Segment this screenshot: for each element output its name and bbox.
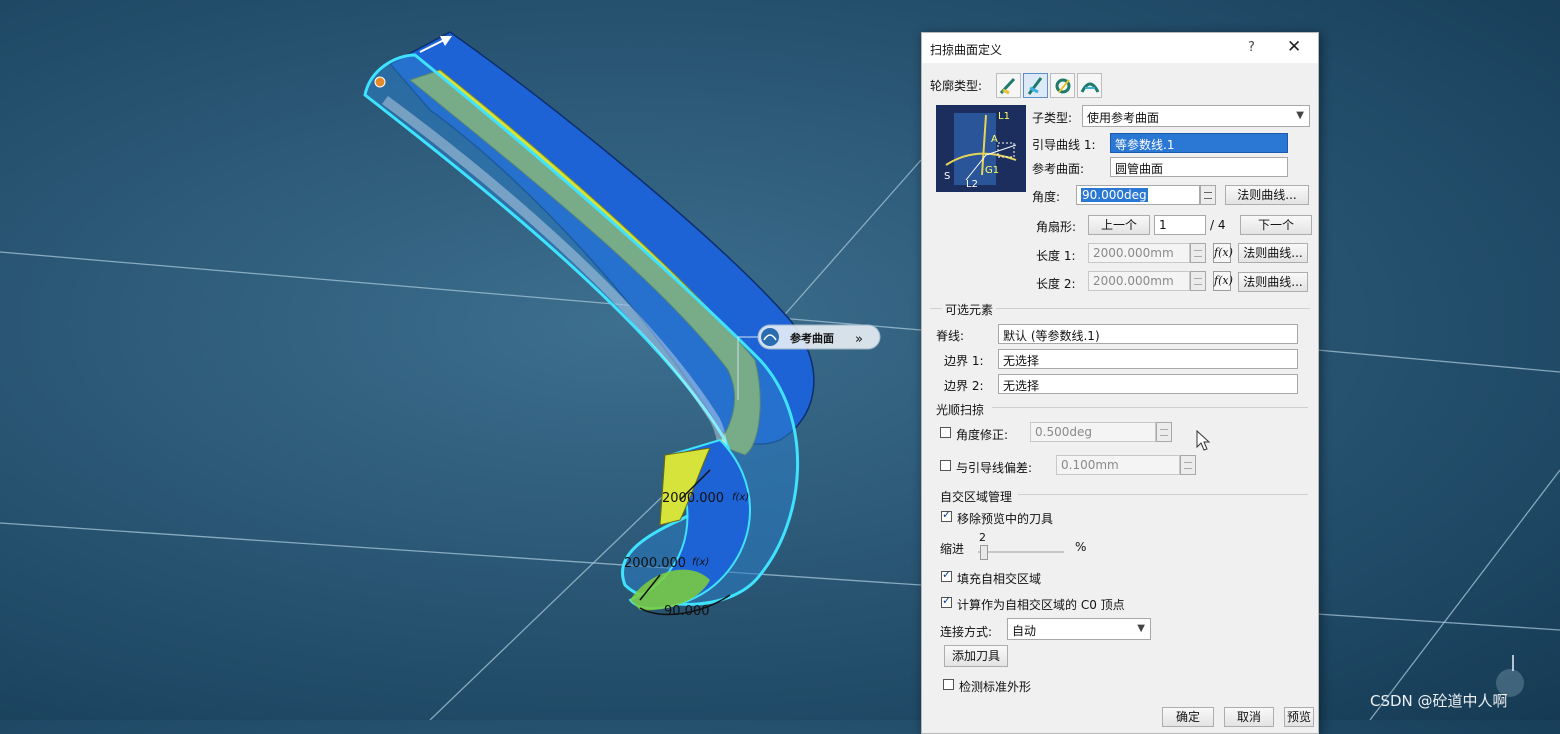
svg-text:S: S — [944, 171, 950, 182]
self-intersection-title: 自交区域管理 — [940, 490, 1013, 504]
length1-fx-icon[interactable]: f(x) — [732, 492, 749, 503]
length2-fx-icon[interactable]: f(x) — [692, 557, 709, 568]
sector-index-field[interactable]: 1 — [1154, 215, 1206, 235]
length2-fx-icon[interactable]: f(x) — [1213, 271, 1233, 291]
explicit-icon — [999, 77, 1016, 95]
divider — [992, 407, 1308, 408]
remove-tools-label: 移除预览中的刀具 — [957, 512, 1054, 526]
divider — [1018, 494, 1308, 495]
dialog-title-bar[interactable]: 扫掠曲面定义 ? ✕ — [922, 33, 1318, 63]
shrink-value: 2 — [979, 531, 986, 544]
deviation-checkbox[interactable] — [940, 460, 951, 471]
sector-label: 角扇形: — [1036, 220, 1077, 234]
3d-viewport[interactable]: 参考曲面 » 2000.000 f(x) 2000.000 f(x) 90.00… — [0, 0, 1560, 720]
sweep-surface-dialog[interactable]: 扫掠曲面定义 ? ✕ 轮廓类型: L1 A S G1 L2 子类型: 使用参考曲… — [921, 32, 1319, 734]
profile-type-label: 轮廓类型: — [930, 79, 983, 93]
deviation-field[interactable]: 0.100mm — [1056, 455, 1180, 475]
angle-correction-spinner[interactable] — [1156, 422, 1172, 442]
shrink-slider-handle[interactable] — [980, 545, 988, 560]
angle-law-button[interactable]: 法则曲线... — [1225, 185, 1309, 205]
compute-c0-label: 计算作为自相交区域的 C0 顶点 — [957, 598, 1125, 612]
angle-correction-field[interactable]: 0.500deg — [1030, 422, 1156, 442]
subtype-select[interactable]: 使用参考曲面 ▼ — [1082, 105, 1310, 127]
angle-dimension[interactable]: 90.000 — [664, 604, 710, 619]
ok-button[interactable]: 确定 — [1162, 707, 1214, 727]
length2-label: 长度 2: — [1036, 277, 1076, 291]
angle-label: 角度: — [1032, 190, 1061, 204]
start-point-marker[interactable] — [374, 76, 386, 88]
subtype-label: 子类型: — [1032, 111, 1073, 125]
profile-type-conic-button[interactable] — [1077, 73, 1102, 98]
angle-correction-label: 角度修正: — [956, 428, 1009, 442]
profile-type-circle-button[interactable] — [1050, 73, 1075, 98]
shrink-unit: % — [1075, 540, 1087, 554]
length1-field[interactable]: 2000.000mm — [1088, 243, 1190, 263]
reference-surface-label: 参考曲面: — [1032, 162, 1085, 176]
dialog-title: 扫掠曲面定义 — [930, 43, 1003, 57]
angle-field[interactable]: 90.000deg — [1076, 185, 1200, 205]
guide-curve-label: 引导曲线 1: — [1032, 138, 1096, 152]
svg-text:L2: L2 — [966, 179, 978, 190]
length1-label: 长度 1: — [1036, 249, 1076, 263]
shrink-slider-track — [978, 551, 1064, 553]
angle-correction-checkbox[interactable] — [940, 427, 951, 438]
spine-field[interactable]: 默认 (等参数线.1) — [998, 324, 1298, 344]
length1-law-button[interactable]: 法则曲线... — [1238, 243, 1308, 263]
reference-surface-tag[interactable]: 参考曲面 » — [757, 324, 881, 350]
border2-field[interactable]: 无选择 — [998, 374, 1298, 394]
smooth-sweep-title: 光顺扫掠 — [936, 403, 985, 417]
guide-curve-field[interactable]: 等参数线.1 — [1110, 133, 1288, 153]
circle-icon — [1055, 78, 1071, 94]
length1-dimension[interactable]: 2000.000 — [662, 491, 724, 506]
svg-text:L1: L1 — [998, 111, 1010, 122]
length2-field[interactable]: 2000.000mm — [1088, 271, 1190, 291]
detect-canonical-checkbox[interactable] — [943, 679, 954, 690]
angle-spinner[interactable] — [1200, 185, 1216, 205]
shrink-label: 缩进 — [940, 542, 965, 556]
border2-label: 边界 2: — [944, 379, 984, 393]
previous-sector-button[interactable]: 上一个 — [1088, 215, 1150, 235]
chevron-down-icon: ▼ — [1137, 623, 1145, 634]
optional-elements-title: 可选元素 — [942, 301, 997, 318]
deviation-spinner[interactable] — [1180, 455, 1196, 475]
profile-type-line-button[interactable] — [1023, 73, 1048, 98]
compute-c0-checkbox[interactable] — [941, 594, 952, 608]
close-button[interactable]: ✕ — [1287, 37, 1301, 57]
sector-total: / 4 — [1210, 218, 1226, 232]
cancel-button[interactable]: 取消 — [1224, 707, 1274, 727]
conic-icon — [1080, 82, 1100, 93]
length1-spinner[interactable] — [1190, 243, 1206, 263]
preview-button[interactable]: 预览 — [1284, 707, 1314, 727]
surface-icon — [761, 328, 779, 346]
add-tool-button[interactable]: 添加刀具 — [944, 645, 1008, 667]
border1-label: 边界 1: — [944, 354, 984, 368]
line-icon — [1027, 77, 1043, 95]
connect-mode-label: 连接方式: — [940, 625, 993, 639]
help-button[interactable]: ? — [1248, 40, 1255, 55]
length2-spinner[interactable] — [1190, 271, 1206, 291]
connect-mode-select[interactable]: 自动 ▼ — [1007, 618, 1151, 640]
fill-self-intersection-checkbox[interactable] — [941, 568, 952, 582]
length2-dimension[interactable]: 2000.000 — [624, 556, 686, 571]
reference-surface-tag-label: 参考曲面 — [790, 331, 834, 345]
spine-label: 脊线: — [936, 329, 965, 343]
tag-expand-hint[interactable]: » — [855, 332, 863, 347]
svg-text:G1: G1 — [985, 165, 999, 176]
remove-tools-checkbox[interactable] — [941, 508, 952, 522]
watermark: CSDN @砼道中人啊 — [1370, 692, 1508, 710]
detect-canonical-label: 检测标准外形 — [959, 680, 1032, 694]
next-sector-button[interactable]: 下一个 — [1240, 215, 1312, 235]
deviation-label: 与引导线偏差: — [956, 461, 1033, 475]
subtype-diagram: L1 A S G1 L2 — [936, 105, 1026, 192]
fill-self-intersection-label: 填充自相交区域 — [957, 572, 1042, 586]
length2-law-button[interactable]: 法则曲线... — [1238, 272, 1308, 292]
length1-fx-icon[interactable]: f(x) — [1213, 243, 1233, 263]
chevron-down-icon: ▼ — [1296, 110, 1304, 121]
reference-surface-field[interactable]: 圆管曲面 — [1110, 157, 1288, 177]
border1-field[interactable]: 无选择 — [998, 349, 1298, 369]
svg-text:A: A — [991, 134, 998, 145]
profile-type-explicit-button[interactable] — [996, 73, 1021, 98]
mouse-cursor-icon — [1196, 430, 1211, 451]
